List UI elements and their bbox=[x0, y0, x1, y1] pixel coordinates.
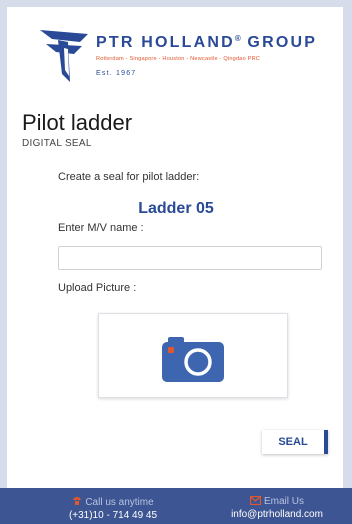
footer: Call us anytime (+31)10 - 714 49 45 Emai… bbox=[0, 488, 352, 524]
brand-name: PTR HOLLAND® GROUP bbox=[96, 34, 317, 52]
footer-phone-heading-text: Call us anytime bbox=[85, 497, 154, 508]
ladder-name: Ladder 05 bbox=[138, 200, 214, 217]
footer-phone[interactable]: Call us anytime (+31)10 - 714 49 45 bbox=[38, 496, 188, 521]
create-seal-label: Create a seal for pilot ladder: bbox=[58, 171, 200, 183]
registered-mark: ® bbox=[234, 34, 241, 43]
brand-name-suffix: GROUP bbox=[247, 34, 318, 51]
frame-left-edge bbox=[0, 0, 7, 524]
footer-email-heading: Email Us bbox=[202, 496, 352, 507]
page-subtitle: DIGITAL SEAL bbox=[22, 138, 92, 149]
logo-mark-icon bbox=[40, 30, 88, 82]
seal-button[interactable]: SEAL bbox=[262, 430, 328, 454]
footer-email[interactable]: Email Us info@ptrholland.com bbox=[202, 496, 352, 520]
brand-established: Est. 1967 bbox=[96, 70, 137, 77]
camera-icon bbox=[162, 337, 224, 382]
brand-name-main: PTR HOLLAND bbox=[96, 34, 235, 51]
mail-icon bbox=[249, 496, 261, 505]
footer-email-address[interactable]: info@ptrholland.com bbox=[202, 509, 352, 520]
brand-cities: Rotterdam - Singapore - Houston - Newcas… bbox=[96, 56, 261, 62]
frame-top-edge bbox=[0, 0, 352, 7]
footer-email-heading-text: Email Us bbox=[263, 496, 304, 507]
footer-phone-heading: Call us anytime bbox=[38, 496, 188, 508]
phone-icon bbox=[73, 497, 82, 505]
upload-picture-label: Upload Picture : bbox=[58, 282, 137, 294]
mv-name-input[interactable] bbox=[58, 246, 322, 270]
app-frame: PTR HOLLAND® GROUP Rotterdam - Singapore… bbox=[0, 0, 352, 524]
mv-name-label: Enter M/V name : bbox=[58, 222, 144, 234]
page-title: Pilot ladder bbox=[22, 110, 133, 135]
upload-picture-button[interactable] bbox=[98, 313, 288, 398]
footer-phone-number[interactable]: (+31)10 - 714 49 45 bbox=[38, 510, 188, 521]
company-logo: PTR HOLLAND® GROUP Rotterdam - Singapore… bbox=[38, 26, 348, 86]
